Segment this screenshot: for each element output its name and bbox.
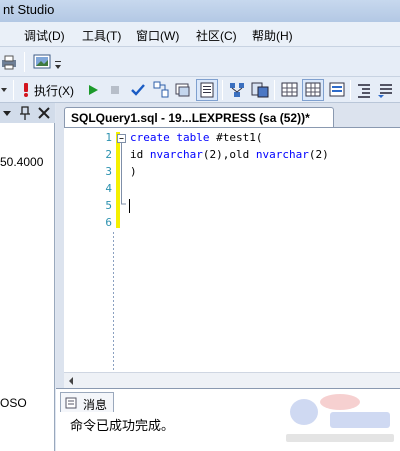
toolbar-options-icon[interactable] — [53, 59, 63, 71]
pin-icon[interactable] — [18, 104, 32, 122]
menu-window[interactable]: 窗口(W) — [136, 27, 179, 44]
play-icon[interactable] — [86, 81, 100, 99]
menu-bar: 调试(D) 工具(T) 窗口(W) 社区(C) 帮助(H) — [0, 22, 400, 47]
watermark-logo — [286, 394, 394, 442]
outdent-icon[interactable] — [376, 80, 394, 100]
execute-button[interactable]: 执行(X) — [34, 82, 74, 99]
client-stats-icon[interactable] — [250, 80, 270, 100]
scroll-left-icon[interactable] — [66, 376, 76, 386]
outline-guide — [113, 232, 114, 372]
window-title: nt Studio — [3, 2, 55, 17]
menu-debug[interactable]: 调试(D) — [24, 27, 65, 44]
sql-editor-toolbar: 执行(X) — [0, 77, 400, 103]
messages-tab[interactable]: 消息 — [60, 392, 114, 412]
messages-tab-label: 消息 — [83, 398, 108, 412]
standard-toolbar — [0, 47, 400, 77]
parse-icon[interactable] — [174, 80, 192, 100]
code-line-2: id nvarchar(2),old nvarchar(2) — [130, 148, 329, 161]
stop-icon[interactable] — [108, 81, 122, 99]
exclamation-icon — [20, 81, 32, 99]
results-to-grid-icon[interactable] — [280, 80, 300, 100]
query-design-icon[interactable] — [152, 80, 170, 100]
indent-icon[interactable] — [356, 80, 372, 100]
code-line-3: ) — [130, 165, 137, 178]
line-number: 3 — [105, 165, 112, 178]
outline-collapse-icon[interactable] — [116, 132, 128, 232]
query-tab[interactable]: SQLQuery1.sql - 19...LEXPRESS (sa (52))* — [64, 107, 334, 127]
print-icon[interactable] — [0, 53, 18, 71]
query-tab-title: SQLQuery1.sql - 19...LEXPRESS (sa (52))* — [71, 111, 310, 125]
text-cursor — [129, 199, 130, 213]
results-view-icon[interactable] — [32, 52, 52, 72]
object-explorer-panel: 50.4000 OSO — [0, 103, 55, 451]
line-number: 1 — [105, 131, 112, 144]
horizontal-scrollbar[interactable] — [64, 372, 400, 388]
line-number: 5 — [105, 199, 112, 212]
panel-header — [0, 103, 55, 123]
menu-help[interactable]: 帮助(H) — [252, 27, 293, 44]
message-text: 命令已成功完成。 — [70, 418, 175, 433]
line-number: 4 — [105, 182, 112, 195]
line-number: 6 — [105, 216, 112, 229]
title-bar: nt Studio — [0, 0, 400, 22]
close-icon[interactable] — [36, 104, 52, 122]
results-to-file-icon[interactable] — [302, 79, 324, 101]
line-number: 2 — [105, 148, 112, 161]
chevron-down-icon[interactable] — [0, 81, 8, 99]
include-plan-icon[interactable] — [228, 80, 246, 100]
comment-icon[interactable] — [328, 80, 346, 100]
menu-community[interactable]: 社区(C) — [196, 27, 237, 44]
server-version-text: 50.4000 — [0, 155, 44, 169]
document-area: SQLQuery1.sql - 19...LEXPRESS (sa (52))*… — [56, 103, 400, 388]
results-to-text-icon[interactable] — [196, 79, 218, 101]
query-editor[interactable]: 1 2 3 4 5 6 create table #test1( id nvar… — [64, 127, 400, 372]
panel-dropdown-icon[interactable] — [2, 105, 12, 121]
code-line-1: create table #test1( — [130, 131, 263, 144]
messages-icon — [65, 397, 77, 409]
tree-item-text[interactable]: OSO — [0, 396, 27, 410]
checkmark-icon[interactable] — [130, 81, 146, 99]
menu-tools[interactable]: 工具(T) — [82, 27, 121, 44]
